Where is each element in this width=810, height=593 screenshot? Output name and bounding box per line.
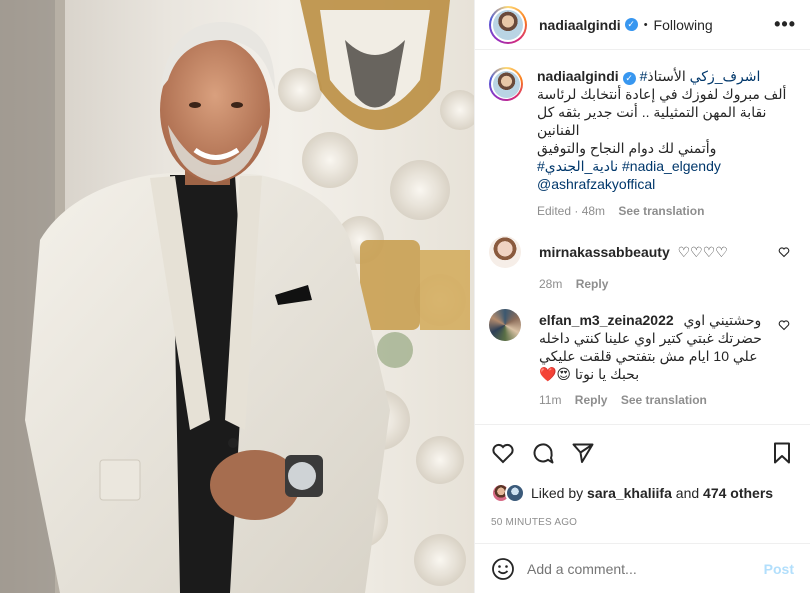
heart-icon[interactable]	[491, 441, 515, 465]
post-photo[interactable]	[0, 0, 474, 593]
caption: nadiaalgindi ✓ #اشرف_زكي الأستاذ ألف مبرو…	[489, 67, 794, 220]
comment-icon[interactable]	[531, 441, 555, 465]
hashtag-link[interactable]: #nadia_elgendy	[622, 158, 721, 174]
author-avatar[interactable]	[489, 5, 527, 44]
liker-avatar	[505, 483, 525, 503]
likes-summary: Liked by sara_khaliifa and 474 others	[491, 483, 794, 503]
post-image	[0, 0, 474, 593]
post-timestamp: 50 MINUTES AGO	[491, 517, 578, 528]
ellipsis-icon[interactable]: •••	[774, 14, 796, 35]
smiley-icon[interactable]	[491, 557, 515, 581]
comments-list[interactable]: nadiaalgindi ✓ #اشرف_زكي الأستاذ ألف مبرو…	[475, 51, 810, 423]
caption-line: نقابة المهن التمثيلية .. أنت جدير بثقه ك…	[537, 104, 767, 138]
reply-button[interactable]: Reply	[576, 277, 609, 291]
comment: mirnakassabbeauty ♡♡♡♡ 28m Reply	[489, 236, 794, 293]
comment-input[interactable]	[527, 560, 764, 577]
see-translation-link[interactable]: See translation	[618, 204, 704, 218]
comment-text: حضرتك غبتي كتير اوي علينا كنتي داخله	[539, 330, 762, 346]
liker-username[interactable]: sara_khaliifa	[587, 485, 672, 501]
caption-prefix: الأستاذ	[647, 68, 686, 84]
bookmark-icon[interactable]	[770, 441, 794, 465]
comment: elfan_m3_zeina2022 وحشتيني اوي حضرتك غبت…	[489, 309, 794, 409]
post-side-panel: nadiaalgindi ✓ • Following ••• nadiaalgi…	[474, 0, 810, 593]
caption-line: وأتمني لك دوام النجاح والتوفيق	[537, 140, 717, 156]
verified-badge-icon: ✓	[624, 18, 638, 31]
caption-username[interactable]: nadiaalgindi	[537, 68, 619, 84]
see-translation-link[interactable]: See translation	[621, 393, 707, 407]
likes-and: and	[675, 485, 700, 501]
separator-dot: •	[643, 18, 648, 31]
comment-username[interactable]: mirnakassabbeauty	[539, 244, 670, 260]
comment-composer: Post	[475, 543, 810, 593]
paper-plane-icon[interactable]	[571, 441, 595, 465]
comment-username[interactable]: elfan_m3_zeina2022	[539, 312, 674, 328]
comment-like-heart-icon[interactable]	[778, 246, 790, 258]
comment-text: ♡♡♡♡	[677, 244, 728, 260]
caption-avatar[interactable]	[489, 67, 523, 101]
verified-badge-icon: ✓	[622, 72, 636, 85]
likes-count[interactable]: 474 others	[703, 485, 773, 501]
comment-text: علي 10 ايام مش بتفتحي قلقت عليكي	[539, 348, 758, 364]
author-username[interactable]: nadiaalgindi	[539, 17, 621, 33]
comment-text: وحشتيني اوي	[683, 312, 762, 328]
comment-time: 11m	[539, 393, 562, 407]
post-actions: Liked by sara_khaliifa and 474 others 50…	[475, 424, 810, 544]
caption-edited-time: Edited · 48m	[537, 204, 606, 218]
comment-time: 28m	[539, 277, 563, 291]
post-comment-button[interactable]: Post	[764, 561, 794, 577]
liked-by-label: Liked by	[531, 485, 584, 501]
hashtag-link[interactable]: #نادية_الجندي	[537, 158, 618, 174]
comment-like-heart-icon[interactable]	[778, 319, 790, 331]
caption-line: ألف مبروك لفوزك في إعادة أنتخابك لرئاسة	[537, 86, 787, 102]
comment-text: بحبك يا نوتا 😍❤️	[539, 366, 640, 382]
reply-button[interactable]: Reply	[575, 393, 608, 407]
commenter-avatar[interactable]	[489, 236, 521, 268]
commenter-avatar[interactable]	[489, 309, 521, 341]
post-header: nadiaalgindi ✓ • Following •••	[475, 0, 810, 50]
following-button[interactable]: Following	[654, 17, 713, 33]
mention-link[interactable]: @ashrafzakyoffical	[537, 176, 655, 192]
